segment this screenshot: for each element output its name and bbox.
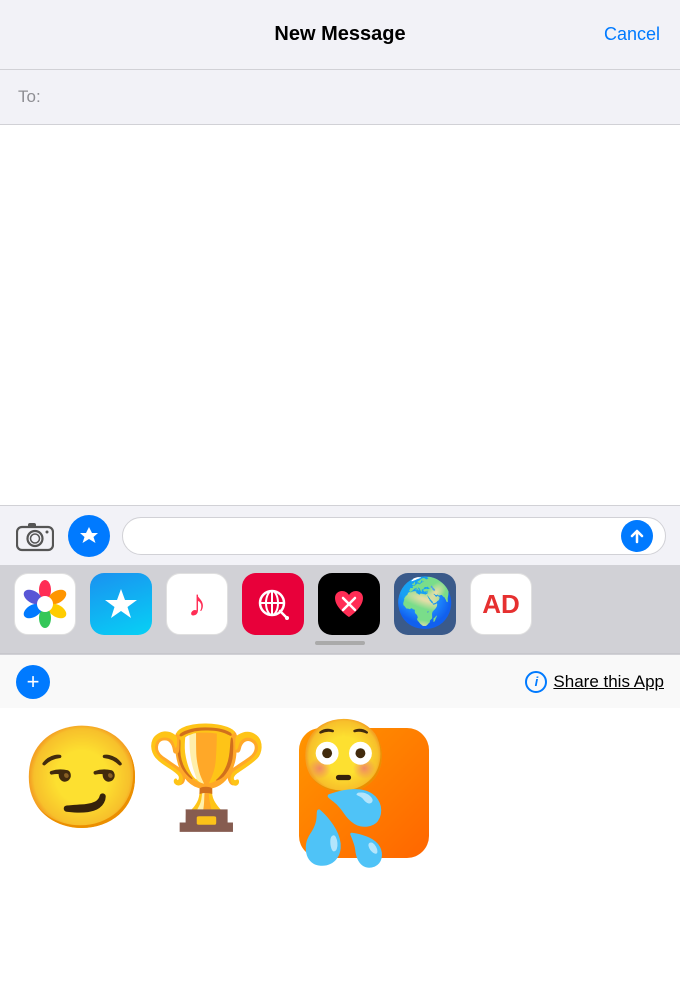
app-icon-music[interactable]: ♪ xyxy=(166,573,228,635)
app-icon-ad[interactable]: AD xyxy=(470,573,532,635)
search-globe-icon xyxy=(254,585,292,623)
message-body[interactable] xyxy=(0,125,680,505)
ad-text-icon: AD xyxy=(482,589,520,620)
appstore-circle-button[interactable] xyxy=(68,515,110,557)
scroll-pill xyxy=(315,641,365,645)
app-icon-heart[interactable] xyxy=(318,573,380,635)
message-input-wrapper[interactable] xyxy=(122,517,666,555)
embarrassed-emoji: 😳💦 xyxy=(299,721,429,865)
to-field[interactable]: To: xyxy=(0,70,680,125)
plus-button[interactable]: + xyxy=(16,665,50,699)
app-icon-appstore[interactable] xyxy=(90,573,152,635)
trophy-wink-sticker[interactable]: 😏🏆 xyxy=(20,728,269,828)
camera-icon xyxy=(16,520,54,552)
globe-char-icon: 🌍 xyxy=(395,580,455,628)
music-note-icon: ♪ xyxy=(188,583,207,626)
send-icon xyxy=(628,527,646,545)
header-title: New Message xyxy=(274,23,405,46)
share-app-area[interactable]: i Share this App xyxy=(525,671,664,693)
message-input[interactable] xyxy=(135,527,621,545)
message-header: New Message Cancel xyxy=(0,0,680,70)
app-icon-globe[interactable]: 🌍 xyxy=(394,573,456,635)
send-button[interactable] xyxy=(621,520,653,552)
scroll-indicator xyxy=(0,641,680,645)
cancel-button[interactable]: Cancel xyxy=(604,24,660,45)
info-circle-icon[interactable]: i xyxy=(525,671,547,693)
appstore-icon xyxy=(101,584,141,624)
camera-button[interactable] xyxy=(14,515,56,557)
trophy-wink-emoji: 😏🏆 xyxy=(20,722,269,834)
message-toolbar xyxy=(0,505,680,565)
app-icon-photos[interactable] xyxy=(14,573,76,635)
photos-icon xyxy=(20,579,70,629)
embarrassed-sticker[interactable]: 😳💦 xyxy=(299,728,429,858)
appstore-small-icon xyxy=(76,523,102,549)
app-strip-inner: ♪ 🌍 AD xyxy=(0,573,680,635)
app-strip: ♪ 🌍 AD xyxy=(0,565,680,654)
emoji-section: 😏🏆 😳💦 xyxy=(0,708,680,878)
to-label: To: xyxy=(18,87,41,107)
bottom-bar: + i Share this App xyxy=(0,654,680,708)
app-icon-search[interactable] xyxy=(242,573,304,635)
share-app-label[interactable]: Share this App xyxy=(553,672,664,692)
heart-delete-icon xyxy=(329,584,369,624)
